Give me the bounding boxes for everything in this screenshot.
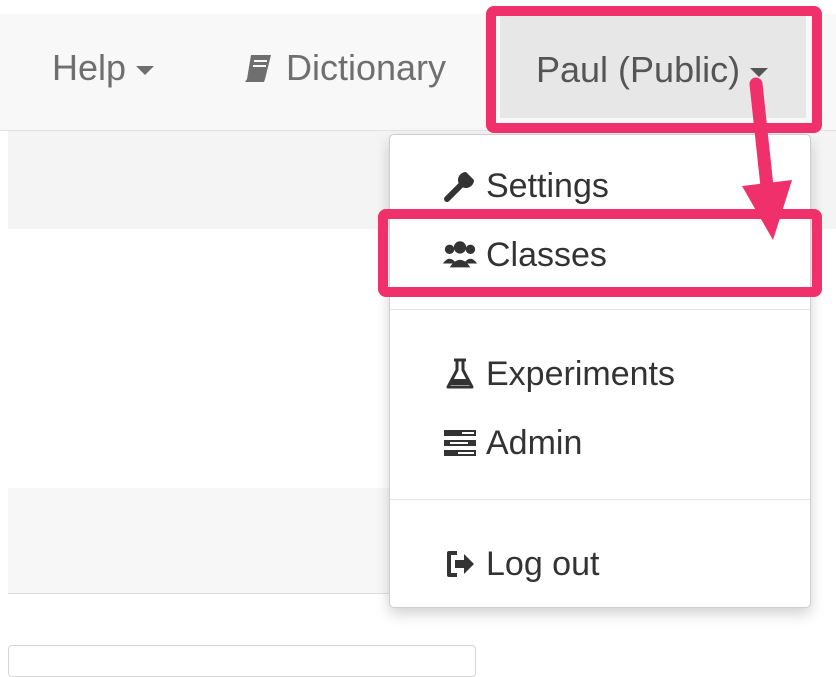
callout-arrow-icon <box>742 77 792 240</box>
